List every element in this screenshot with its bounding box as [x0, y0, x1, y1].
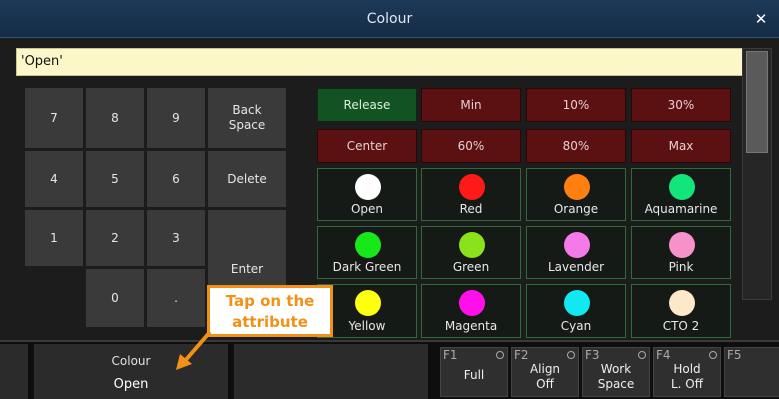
- color-swatch: [669, 232, 695, 258]
- f1-text: Full: [463, 368, 485, 382]
- color-swatch: [669, 174, 695, 200]
- color-label: Pink: [668, 260, 694, 274]
- key-7[interactable]: 7: [25, 88, 83, 148]
- close-icon[interactable]: ✕: [751, 0, 771, 38]
- command-line-input[interactable]: 'Open': [16, 48, 768, 76]
- f5-label: F5: [727, 348, 742, 362]
- f4-label: F4: [656, 348, 671, 362]
- color-magenta[interactable]: Magenta: [421, 284, 521, 338]
- color-cto-2[interactable]: CTO 2: [631, 284, 731, 338]
- color-open[interactable]: Open: [317, 168, 417, 221]
- title-bar: Colour ✕: [0, 0, 779, 38]
- f4-text: Hold L. Off: [670, 362, 704, 391]
- color-swatch: [355, 232, 381, 258]
- preset-10-button[interactable]: 10%: [526, 88, 626, 122]
- f5-button[interactable]: F5: [724, 347, 779, 397]
- center-button[interactable]: Center: [317, 129, 417, 163]
- color-swatch: [355, 174, 381, 200]
- f1-full-button[interactable]: F1 Full: [440, 347, 508, 397]
- f1-label: F1: [443, 348, 458, 362]
- color-cyan[interactable]: Cyan: [526, 284, 626, 338]
- scrollbar-thumb[interactable]: [746, 51, 768, 153]
- color-lavender[interactable]: Lavender: [526, 226, 626, 279]
- delete-button[interactable]: Delete: [208, 151, 286, 207]
- color-label: Open: [350, 202, 384, 216]
- callout-arrow-icon: [176, 330, 212, 370]
- color-label: CTO 2: [662, 319, 700, 333]
- color-label: Magenta: [444, 319, 498, 333]
- color-label: Orange: [553, 202, 599, 216]
- f3-text: Work Space: [597, 362, 635, 391]
- encoder-icon: [496, 351, 504, 359]
- encoder-icon: [638, 351, 646, 359]
- max-button[interactable]: Max: [631, 129, 731, 163]
- preset-scrollbar[interactable]: [742, 48, 772, 300]
- enter-label: Enter: [230, 262, 264, 276]
- key-5[interactable]: 5: [86, 151, 144, 207]
- color-label: Lavender: [547, 260, 605, 274]
- color-label: Green: [452, 260, 490, 274]
- f2-label: F2: [514, 348, 529, 362]
- key-2[interactable]: 2: [86, 210, 144, 266]
- color-green[interactable]: Green: [421, 226, 521, 279]
- back-space-button[interactable]: Back Space: [208, 88, 286, 148]
- key-9[interactable]: 9: [147, 88, 205, 148]
- key-0[interactable]: 0: [86, 269, 144, 327]
- encoder-icon: [709, 351, 717, 359]
- f4-hold-l-off-button[interactable]: F4 Hold L. Off: [653, 347, 721, 397]
- color-label: Cyan: [560, 319, 592, 333]
- bottom-left-edge: [0, 344, 28, 399]
- f2-align-off-button[interactable]: F2 Align Off: [511, 347, 579, 397]
- color-red[interactable]: Red: [421, 168, 521, 221]
- key-dot[interactable]: .: [147, 269, 205, 327]
- f2-text: Align Off: [529, 362, 561, 391]
- color-swatch: [564, 290, 590, 316]
- color-swatch: [669, 290, 695, 316]
- color-swatch: [355, 290, 381, 316]
- tap-attribute-callout: Tap on the attribute: [207, 285, 333, 337]
- color-swatch: [459, 174, 485, 200]
- preset-30-button[interactable]: 30%: [631, 88, 731, 122]
- attribute-value: Open: [113, 377, 149, 392]
- color-swatch: [564, 174, 590, 200]
- color-swatch: [459, 232, 485, 258]
- key-6[interactable]: 6: [147, 151, 205, 207]
- color-orange[interactable]: Orange: [526, 168, 626, 221]
- color-swatch: [459, 290, 485, 316]
- key-4[interactable]: 4: [25, 151, 83, 207]
- color-label: Aquamarine: [644, 202, 718, 216]
- window-title: Colour: [366, 11, 413, 27]
- key-8[interactable]: 8: [86, 88, 144, 148]
- color-aquamarine[interactable]: Aquamarine: [631, 168, 731, 221]
- encoder-icon: [567, 351, 575, 359]
- f3-label: F3: [585, 348, 600, 362]
- release-button[interactable]: Release: [317, 88, 417, 122]
- color-pink[interactable]: Pink: [631, 226, 731, 279]
- color-dark-green[interactable]: Dark Green: [317, 226, 417, 279]
- min-button[interactable]: Min: [421, 88, 521, 122]
- key-1[interactable]: 1: [25, 210, 83, 266]
- color-label: Red: [459, 202, 483, 216]
- f3-work-space-button[interactable]: F3 Work Space: [582, 347, 650, 397]
- preset-60-button[interactable]: 60%: [421, 129, 521, 163]
- color-label: Dark Green: [332, 260, 402, 274]
- color-swatch: [564, 232, 590, 258]
- key-3[interactable]: 3: [147, 210, 205, 266]
- preset-80-button[interactable]: 80%: [526, 129, 626, 163]
- empty-attribute-cell[interactable]: [234, 344, 428, 399]
